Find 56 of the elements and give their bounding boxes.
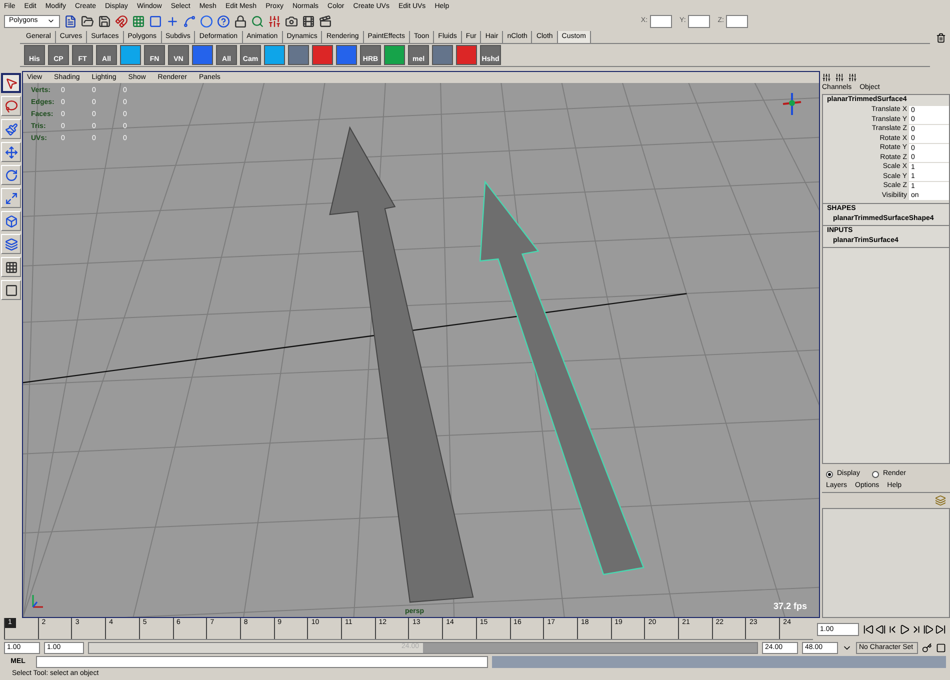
coordinate-field[interactable] (726, 14, 748, 28)
lock-icon[interactable] (234, 14, 247, 28)
skip-back-icon[interactable] (863, 624, 874, 634)
move-tool[interactable] (1, 142, 21, 162)
sphere-icon[interactable] (200, 14, 213, 28)
cube-icon[interactable] (4, 214, 18, 228)
brush-icon[interactable] (4, 122, 18, 136)
command-input-field[interactable] (36, 656, 488, 668)
layers-tool[interactable] (1, 234, 21, 254)
layers-icon[interactable] (4, 238, 18, 250)
grid-icon[interactable] (4, 260, 18, 274)
pointer-tool[interactable] (1, 73, 21, 93)
radio-button[interactable] (872, 471, 879, 478)
search-icon[interactable] (251, 14, 264, 28)
trash-icon[interactable] (936, 33, 946, 43)
cube-tool[interactable] (1, 211, 21, 231)
brush-tool[interactable] (1, 119, 21, 139)
radio-button[interactable] (826, 471, 833, 478)
shelf-icon[interactable] (264, 45, 285, 65)
save-icon[interactable] (98, 14, 111, 28)
plus-icon[interactable] (166, 14, 179, 28)
pointer-icon[interactable] (4, 76, 18, 90)
clapperboard-icon[interactable] (319, 14, 332, 28)
curve-icon[interactable] (183, 14, 196, 28)
lasso-icon[interactable] (4, 100, 18, 112)
square-icon[interactable] (4, 284, 18, 296)
scale-icon[interactable] (4, 192, 18, 204)
grid-tool[interactable] (1, 257, 21, 277)
step-back-icon[interactable] (875, 624, 886, 634)
first-icon[interactable] (887, 624, 898, 634)
shelf-icon[interactable] (120, 45, 141, 65)
move-icon[interactable] (4, 146, 18, 158)
sliders-icon[interactable] (268, 14, 281, 28)
fps-readout: 37.2 fps (773, 600, 807, 613)
folder-icon[interactable] (81, 14, 94, 28)
skip-forward-icon[interactable] (935, 624, 946, 634)
coordinate-field[interactable] (650, 14, 672, 28)
key-icon[interactable] (922, 642, 932, 652)
camera-icon[interactable] (285, 14, 298, 28)
square-tool[interactable] (1, 280, 21, 300)
square-icon[interactable] (149, 14, 162, 28)
film-icon[interactable] (302, 14, 315, 28)
magnet-icon[interactable] (115, 14, 128, 28)
caret-icon[interactable] (47, 17, 55, 25)
rotate-tool[interactable] (1, 165, 21, 185)
help-icon[interactable] (217, 14, 230, 28)
new-file-icon[interactable] (64, 14, 77, 28)
axis-icon (31, 593, 45, 609)
lasso-tool[interactable] (1, 96, 21, 116)
step-forward-icon[interactable] (923, 624, 934, 634)
layer-icon[interactable] (935, 495, 946, 506)
rotate-icon[interactable] (4, 168, 18, 182)
coordinate-field[interactable] (688, 14, 710, 28)
play-icon[interactable] (899, 624, 910, 634)
last-icon[interactable] (911, 624, 922, 634)
scale-tool[interactable] (1, 188, 21, 208)
